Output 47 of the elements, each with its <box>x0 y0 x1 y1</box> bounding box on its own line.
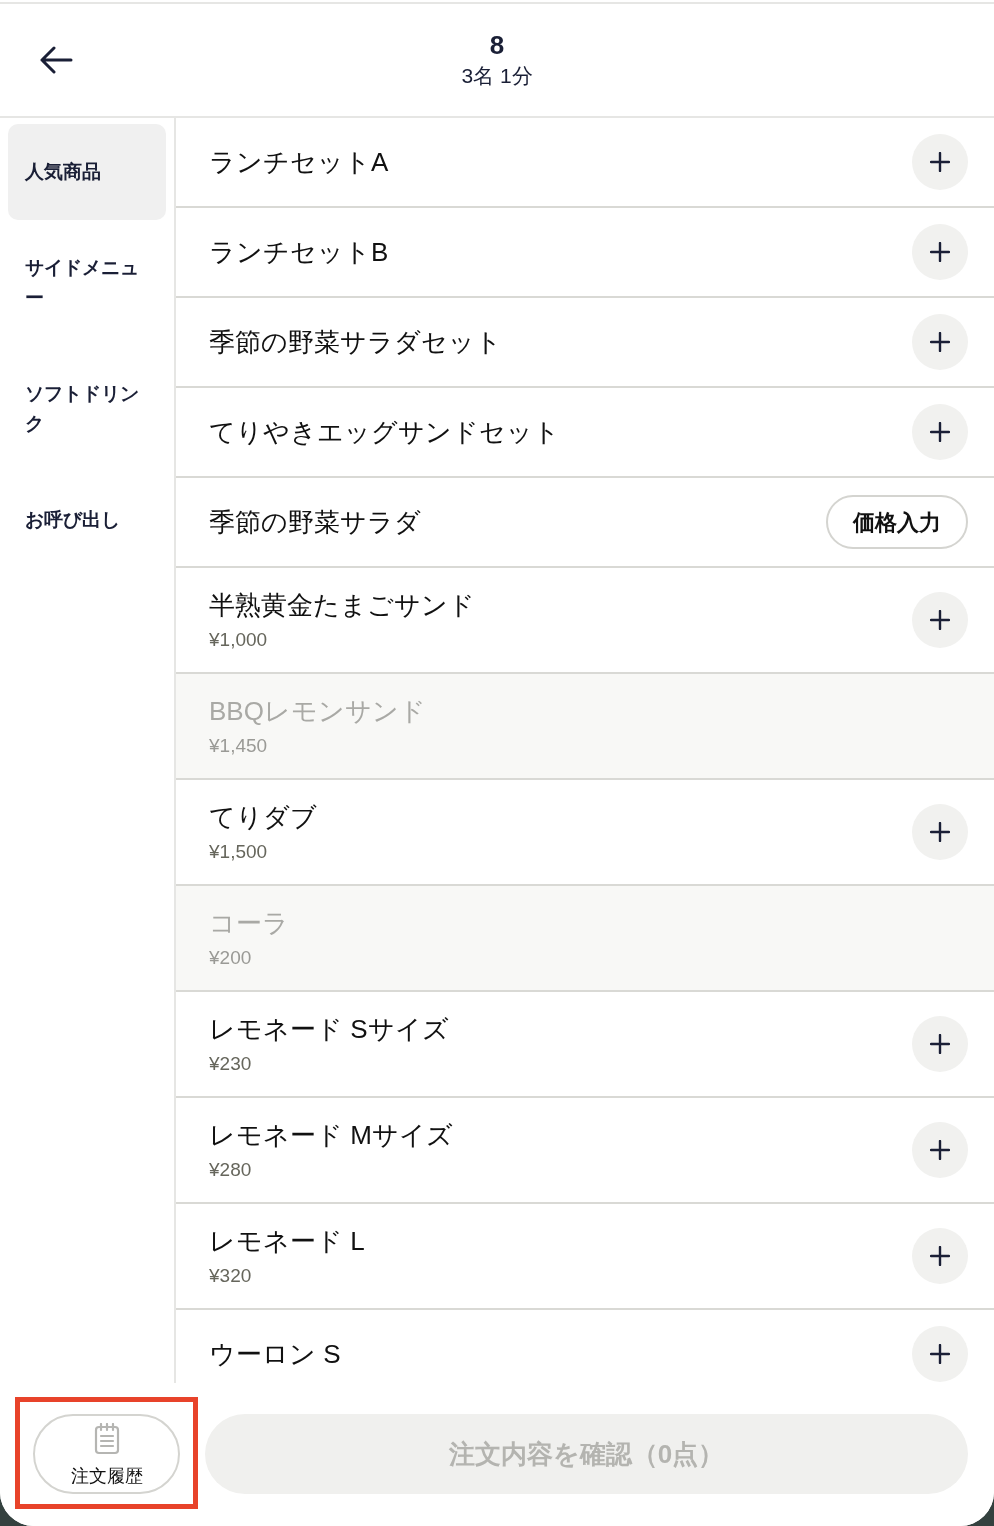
item-price: ¥1,000 <box>209 628 269 652</box>
item-price: ¥1,500 <box>209 840 269 864</box>
plus-icon <box>930 1246 950 1266</box>
item-name: コーラ <box>209 907 290 940</box>
notepad-icon <box>93 1423 120 1455</box>
item-name: 季節の野菜サラダ <box>209 506 422 539</box>
add-button[interactable] <box>912 1228 968 1284</box>
plus-icon <box>930 242 950 262</box>
category-tab[interactable]: 人気商品 <box>8 124 166 220</box>
item-name: ランチセットA <box>209 146 390 179</box>
item-price: ¥200 <box>209 946 253 970</box>
plus-icon <box>930 1034 950 1054</box>
plus-icon <box>930 610 950 630</box>
add-button[interactable] <box>912 224 968 280</box>
item-name: レモネード Sサイズ <box>209 1013 450 1046</box>
item-name: レモネード L <box>209 1225 366 1258</box>
plus-icon <box>930 332 950 352</box>
plus-icon <box>930 1140 950 1160</box>
item-name: 季節の野菜サラダセット <box>209 326 503 359</box>
add-button[interactable] <box>912 404 968 460</box>
item-name: レモネード Mサイズ <box>209 1119 454 1152</box>
item-price: ¥230 <box>209 1052 253 1076</box>
add-button[interactable] <box>912 314 968 370</box>
add-button[interactable] <box>912 134 968 190</box>
plus-icon <box>930 822 950 842</box>
add-button[interactable] <box>912 1122 968 1178</box>
item-name: てりやきエッグサンドセット <box>209 416 561 449</box>
plus-icon <box>930 152 950 172</box>
table-number: 8 <box>489 30 505 60</box>
item-name: BBQレモンサンド <box>209 695 427 728</box>
guest-count-and-time: 3名 1分 <box>461 63 533 89</box>
plus-icon <box>930 1344 950 1364</box>
item-price: ¥280 <box>209 1158 253 1182</box>
item-name: てりダブ <box>209 801 318 834</box>
add-button[interactable] <box>912 1016 968 1072</box>
item-name: ランチセットB <box>209 236 390 269</box>
back-arrow-icon <box>39 46 73 74</box>
item-name: 半熟黄金たまごサンド <box>209 589 476 622</box>
add-button[interactable] <box>912 592 968 648</box>
price-input-button[interactable]: 価格入力 <box>826 495 968 549</box>
add-button[interactable] <box>912 804 968 860</box>
add-button[interactable] <box>912 1326 968 1382</box>
order-history-button[interactable]: 注文履歴 <box>33 1414 180 1494</box>
plus-icon <box>930 422 950 442</box>
item-name: ウーロン S <box>209 1338 342 1371</box>
item-price: ¥320 <box>209 1264 253 1288</box>
item-price: ¥1,450 <box>209 734 269 758</box>
